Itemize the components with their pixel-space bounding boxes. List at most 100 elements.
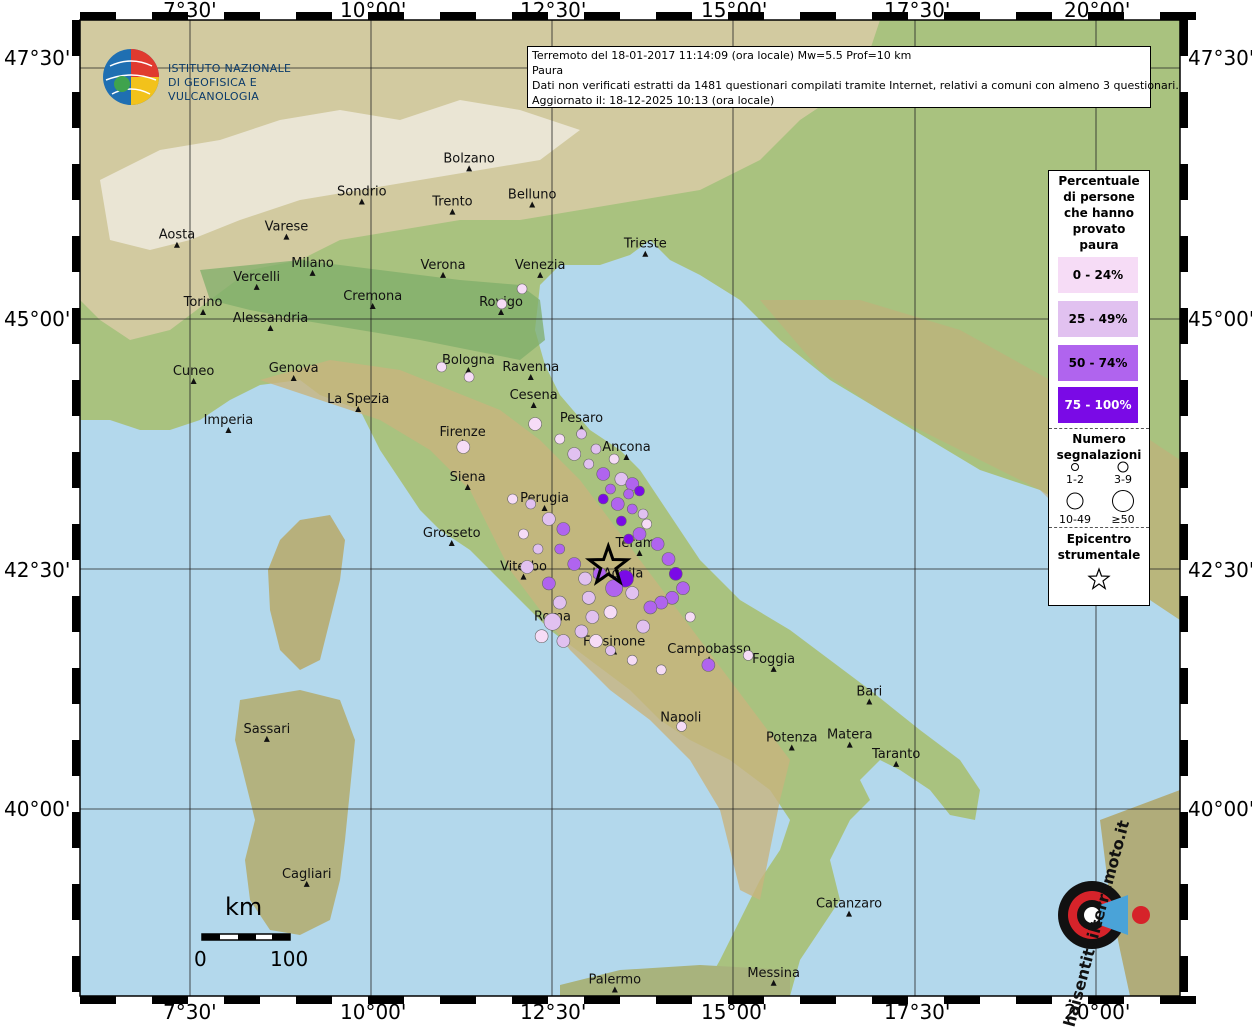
frame-tick [1180,380,1188,416]
survey-point [603,605,618,620]
frame-tick [656,996,692,1004]
frame-tick [1180,236,1188,272]
lon-label-top: 10°00' [340,0,407,22]
scale-unit: km [225,893,263,921]
lat-label-left: 40°00' [4,797,71,821]
size-label: 10-49 [1059,513,1091,526]
frame-tick [80,996,116,1004]
lat-label-left: 42°30' [4,558,71,582]
updated-label: Aggiornato il: 18-12-2025 10:13 (ora loc… [532,94,775,107]
frame-tick [1180,164,1188,200]
lon-label-top: 20°00' [1064,0,1131,22]
survey-point [650,537,665,551]
frame-tick [1160,996,1196,1004]
frame-tick [800,12,836,20]
city-label: La Spezia [327,392,389,407]
frame-tick [1180,596,1188,632]
frame-tick [72,236,80,272]
city-label: Firenze [439,425,485,440]
lat-label-left: 45°00' [4,307,71,331]
frame-tick [1180,20,1188,56]
frame-tick [72,668,80,704]
frame-tick [1180,956,1188,992]
legend-title: Percentuale di persone che hanno provato… [1058,174,1140,252]
frame-tick [296,12,332,20]
frame-tick [800,996,836,1004]
frame-tick [1180,92,1188,128]
survey-point [576,428,587,440]
survey-point [742,650,754,661]
survey-point [684,611,696,623]
city-label: Palermo [589,972,642,987]
city-label: Belluno [508,188,557,203]
survey-point [655,664,667,676]
survey-point [668,566,683,581]
survey-point [542,512,556,526]
frame-tick [440,12,476,20]
lon-label-bottom: 10°00' [340,1000,407,1024]
city-label: Cuneo [173,364,215,379]
lon-label-top: 7°30' [163,0,217,22]
survey-point [456,440,471,454]
frame-tick [72,380,80,416]
city-label: Milano [291,256,334,271]
legend-panel: Percentuale di persone che hanno provato… [1048,170,1150,606]
city-label: Messina [747,966,800,981]
city-label: Siena [450,470,486,485]
city-label: Bolzano [443,151,495,166]
ingv-logo: ISTITUTO NAZIONALE DI GEOFISICA E VULCAN… [100,46,330,108]
survey-point [556,522,571,536]
frame-tick [72,740,80,776]
survey-point [532,543,544,555]
city-label: Aosta [159,228,195,243]
city-label: Sondrio [337,185,387,200]
star-icon [1087,567,1111,591]
frame-tick [584,12,620,20]
frame-tick [1180,812,1188,848]
lon-label-top: 15°00' [701,0,768,22]
city-label: Verona [420,258,465,273]
size-label: 3-9 [1114,473,1132,486]
size-label: 1-2 [1066,473,1084,486]
survey-point [626,654,638,666]
city-label: Potenza [766,731,817,746]
survey-point [574,624,589,639]
survey-point [554,543,566,555]
frame-tick [72,812,80,848]
frame-tick [72,308,80,344]
scale-max: 100 [270,947,309,971]
city-label: Torino [183,295,223,310]
survey-point [636,619,650,634]
intensity-map: Bolzano Sondrio Belluno Trento Aosta Varese Tr… [0,0,1252,1029]
survey-point [597,493,609,505]
frame-tick [1180,308,1188,344]
lat-label-right: 40°00' [1188,797,1252,821]
survey-point [507,493,518,505]
city-label: Cesena [510,388,558,403]
haisentito-wordmark: haisentitoilterremoto.it [1059,818,1134,1029]
city-label: Cagliari [282,867,331,882]
event-info-box: Terremoto del 18-01-2017 11:14:09 (ora l… [527,46,1179,108]
city-label: Venezia [515,258,566,273]
survey-point [520,560,534,574]
frame-tick [296,996,332,1004]
frame-tick [1180,524,1188,560]
frame-tick [1180,668,1188,704]
frame-tick [656,12,692,20]
data-note: Dati non verificati estratti da 1481 que… [532,79,1179,92]
city-label: Ancona [602,440,650,455]
survey-point [623,488,634,500]
survey-point [528,417,542,431]
frame-tick [1160,12,1196,20]
frame-tick [72,956,80,992]
city-label: Bologna [442,353,495,368]
lat-label-right: 42°30' [1188,558,1252,582]
city-label: Campobasso [667,642,751,657]
frame-tick [1016,12,1052,20]
globe-icon [103,49,159,105]
survey-point [516,283,528,295]
survey-point [567,557,582,571]
survey-point [518,528,529,540]
city-label: Varese [265,220,309,235]
survey-point [676,581,690,596]
